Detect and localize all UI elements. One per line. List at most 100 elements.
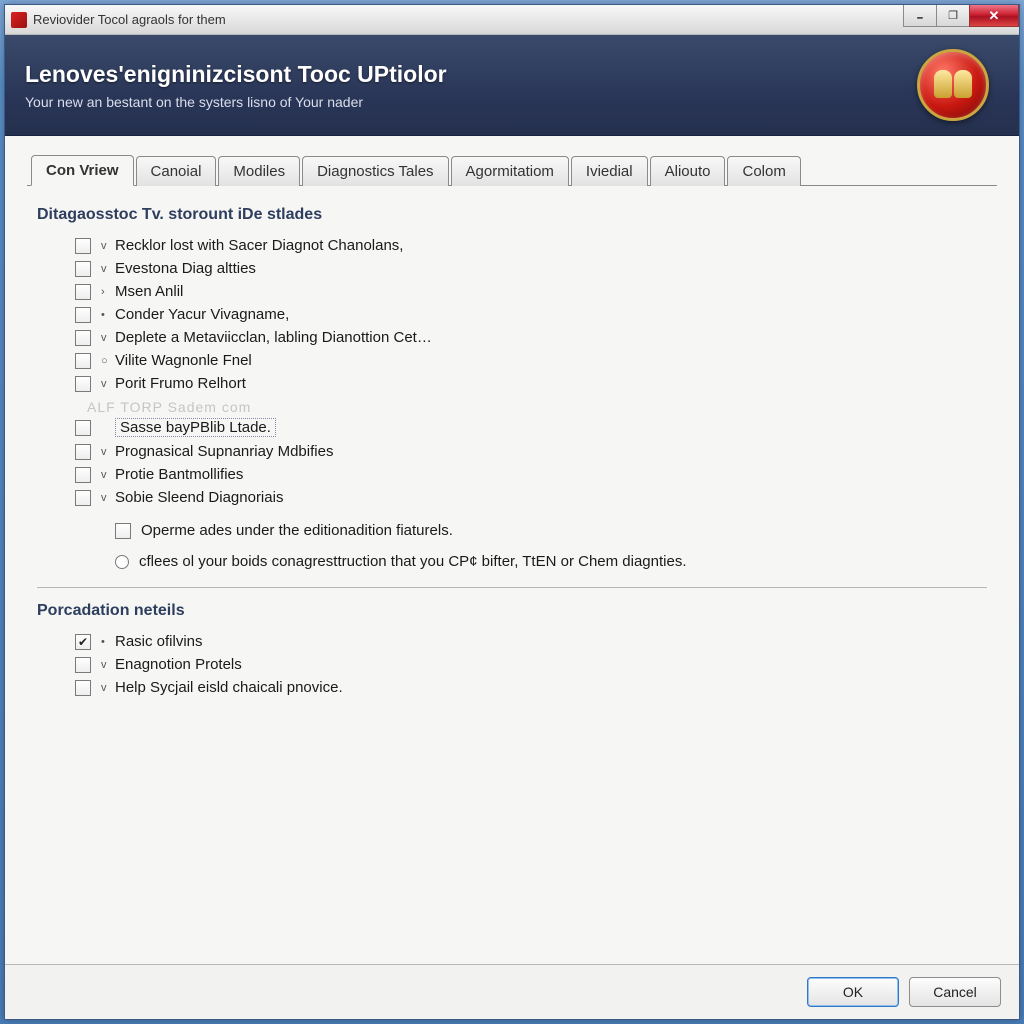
item-label: Deplete a Metaviicclan, labling Dianotti… [115,329,432,346]
list-item[interactable]: v Recklor lost with Sacer Diagnot Chanol… [37,234,987,257]
checkbox[interactable] [75,420,91,436]
item-label: Conder Yacur Vivagname, [115,306,289,323]
checkbox[interactable] [75,444,91,460]
chevron-down-icon: v [101,492,111,504]
chevron-icon: › [101,286,111,298]
item-label: Recklor lost with Sacer Diagnot Chanolan… [115,237,403,254]
list-item[interactable]: ○ Vilite Wagnonle Fnel [37,349,987,372]
tabstrip: Con Vriew Canoial Modiles Diagnostics Ta… [27,154,997,186]
list-item[interactable]: Sasse bayPBlib Ltade. [37,415,987,440]
button-label: OK [843,984,863,1000]
tab-canoial[interactable]: Canoial [136,156,217,186]
button-label: Cancel [933,984,977,1000]
sub-option[interactable]: Operme ades under the editionadition fia… [37,519,987,542]
tab-modiles[interactable]: Modiles [218,156,300,186]
chevron-down-icon: v [101,659,111,671]
watermark-text: ALF TORP Sadem com [37,399,987,415]
tab-label: Con Vriew [46,162,119,179]
checkbox[interactable] [75,330,91,346]
item-label: Msen Anlil [115,283,183,300]
item-label: Protie Bantmollifies [115,466,243,483]
cancel-button[interactable]: Cancel [909,977,1001,1007]
item-label: Vilite Wagnonle Fnel [115,352,252,369]
checkbox[interactable] [115,523,131,539]
banner: Lenoves'enigninizcisont Tooc UPtiolor Yo… [5,35,1019,136]
close-button[interactable] [969,5,1019,27]
bullet-icon: ○ [101,355,111,367]
list-item[interactable]: v Deplete a Metaviicclan, labling Dianot… [37,326,987,349]
chevron-down-icon: v [101,682,111,694]
tab-con-vriew[interactable]: Con Vriew [31,155,134,186]
list-item[interactable]: › Msen Anlil [37,280,987,303]
window-controls [904,5,1019,34]
item-label: Sobie Sleend Diagnoriais [115,489,283,506]
tab-label: Agormitatiom [466,163,554,180]
checkbox[interactable] [75,680,91,696]
chevron-down-icon: v [101,240,111,252]
window-title: Reviovider Tocol agraols for them [33,12,904,27]
section1-title: Ditagaosstoc Tv. storount iDe stlades [37,206,987,224]
checkbox[interactable] [75,634,91,650]
product-logo-icon [917,49,989,121]
item-label: Help Sycjail eisld chaicali pnovice. [115,679,343,696]
chevron-down-icon: v [101,446,111,458]
footer: OK Cancel [5,964,1019,1019]
tab-colom[interactable]: Colom [727,156,800,186]
main-window: Reviovider Tocol agraols for them Lenove… [4,4,1020,1020]
section-divider [37,587,987,588]
bullet-icon: • [101,309,111,321]
checkbox[interactable] [75,490,91,506]
list-item[interactable]: v Prognasical Supnanriay Mdbifies [37,440,987,463]
info-row: cflees ol your boids conagresttruction t… [37,550,987,573]
section2-title: Porcadation neteils [37,602,987,620]
app-icon [11,12,27,28]
checkbox[interactable] [75,284,91,300]
tab-diagnostics-tales[interactable]: Diagnostics Tales [302,156,448,186]
item-label: Sasse bayPBlib Ltade. [115,418,276,437]
tab-panel: Ditagaosstoc Tv. storount iDe stlades v … [27,186,997,964]
tab-label: Iviedial [586,163,633,180]
titlebar[interactable]: Reviovider Tocol agraols for them [5,5,1019,35]
ok-button[interactable]: OK [807,977,899,1007]
checkbox[interactable] [75,238,91,254]
tab-label: Colom [742,163,785,180]
list-item[interactable]: v Enagnotion Protels [37,653,987,676]
bullet-icon: • [101,636,111,648]
tab-agormitatiom[interactable]: Agormitatiom [451,156,569,186]
item-label: Enagnotion Protels [115,656,242,673]
checkbox[interactable] [75,261,91,277]
chevron-down-icon: v [101,332,111,344]
item-label: Evestona Diag altties [115,260,256,277]
list-item[interactable]: v Sobie Sleend Diagnoriais [37,486,987,509]
checkbox[interactable] [75,376,91,392]
tab-label: Canoial [151,163,202,180]
item-label: Prognasical Supnanriay Mdbifies [115,443,333,460]
tab-label: Diagnostics Tales [317,163,433,180]
tab-label: Modiles [233,163,285,180]
info-icon [115,555,129,569]
chevron-down-icon: v [101,469,111,481]
list-item[interactable]: v Help Sycjail eisld chaicali pnovice. [37,676,987,699]
list-item[interactable]: v Evestona Diag altties [37,257,987,280]
tab-label: Aliouto [665,163,711,180]
banner-heading: Lenoves'enigninizcisont Tooc UPtiolor [25,61,917,88]
list-item[interactable]: • Conder Yacur Vivagname, [37,303,987,326]
list-item[interactable]: • Rasic ofilvins [37,630,987,653]
list-item[interactable]: v Protie Bantmollifies [37,463,987,486]
tab-iviedial[interactable]: Iviedial [571,156,648,186]
content-area: Con Vriew Canoial Modiles Diagnostics Ta… [5,136,1019,964]
checkbox[interactable] [75,353,91,369]
chevron-down-icon: v [101,263,111,275]
banner-subheading: Your new an bestant on the systers lisno… [25,94,917,110]
checkbox[interactable] [75,467,91,483]
checkbox[interactable] [75,657,91,673]
item-label: Operme ades under the editionadition fia… [141,522,453,539]
item-label: Rasic ofilvins [115,633,203,650]
checkbox[interactable] [75,307,91,323]
tab-aliouto[interactable]: Aliouto [650,156,726,186]
info-text: cflees ol your boids conagresttruction t… [139,553,687,570]
maximize-button[interactable] [936,5,970,27]
list-item[interactable]: v Porit Frumo Relhort [37,372,987,395]
chevron-down-icon: v [101,378,111,390]
minimize-button[interactable] [903,5,937,27]
